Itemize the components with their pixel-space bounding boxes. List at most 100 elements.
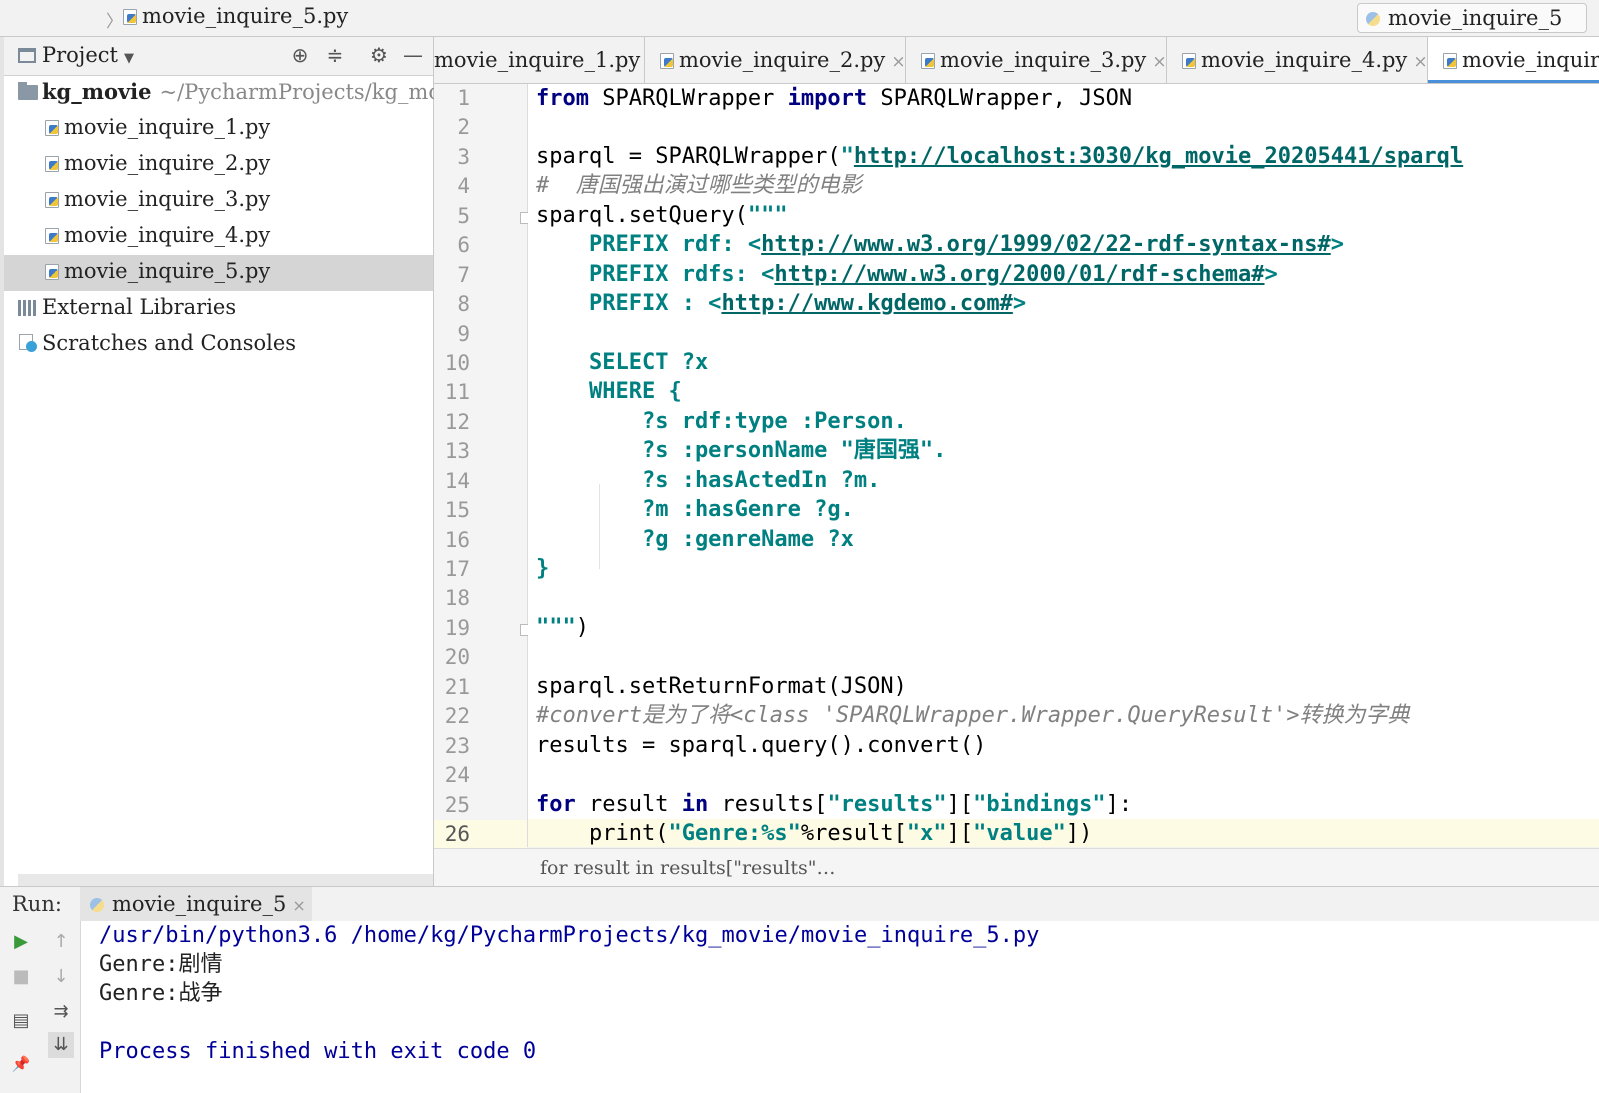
line-number: 2: [457, 115, 470, 139]
gear-icon[interactable]: ⚙: [368, 43, 390, 67]
close-icon[interactable]: ×: [292, 896, 305, 915]
line-number: 13: [444, 439, 470, 463]
code-breadcrumb[interactable]: for result in results["results"…: [540, 857, 835, 879]
editor-tab-bar: movie_inquire_1.py× movie_inquire_2.py× …: [434, 37, 1599, 84]
line-number: 20: [444, 645, 470, 669]
tab-label: movie_inquire_2.py: [679, 48, 886, 72]
python-file-icon: [44, 263, 60, 280]
editor-tab[interactable]: movie_inquire_1.py×: [434, 37, 645, 83]
tree-file-item[interactable]: movie_inquire_2.py: [4, 147, 433, 183]
collapse-all-icon[interactable]: ≑: [324, 43, 346, 67]
editor-tab[interactable]: movie_inquire_4.py ×: [1167, 37, 1428, 83]
line-number: 15: [444, 498, 470, 522]
run-configuration-select[interactable]: movie_inquire_5: [1357, 3, 1587, 33]
locate-icon[interactable]: ⊕: [289, 43, 311, 67]
line-number: 17: [444, 557, 470, 581]
arrow-up-icon[interactable]: ↑: [48, 929, 74, 955]
line-number: 22: [444, 704, 470, 728]
code-line-17: }: [536, 556, 550, 581]
code-line-10: SELECT ?x: [536, 350, 709, 375]
editor-tab[interactable]: movie_inquire_2.py ×: [645, 37, 906, 83]
python-file-icon: [44, 155, 60, 172]
line-number: 21: [444, 675, 470, 699]
code-line-7: PREFIX rdfs: <http://www.w3.org/2000/01/…: [536, 262, 1278, 287]
console-output-line: Genre:战争: [99, 981, 223, 1006]
editor-tab[interactable]: movie_inquire_3.py ×: [906, 37, 1167, 83]
code-editor[interactable]: from SPARQLWrapper import SPARQLWrapper,…: [528, 84, 1599, 847]
run-tab[interactable]: movie_inquire_5 ×: [80, 887, 312, 921]
tab-label: movie_inquire_5.py: [1462, 48, 1599, 72]
project-panel-header: Project ▼ ⊕ ≑ ⚙ —: [4, 37, 433, 76]
code-line-3: sparql = SPARQLWrapper("http://localhost…: [536, 144, 1464, 169]
line-number: 24: [444, 763, 470, 787]
run-configuration-label: movie_inquire_5: [1388, 6, 1563, 30]
project-icon: [18, 48, 36, 63]
line-number: 9: [457, 322, 470, 346]
editor-tab-active[interactable]: movie_inquire_5.py: [1428, 37, 1599, 83]
run-toolbar: ▶ ■ ↑ ↓ ⇉ ▤ ⇊ 📌: [0, 921, 81, 1093]
python-file-icon: [920, 52, 936, 69]
code-line-8: PREFIX : <http://www.kgdemo.com#>: [536, 291, 1027, 316]
line-number: 12: [444, 410, 470, 434]
breadcrumb-file[interactable]: movie_inquire_5.py: [122, 4, 348, 28]
python-file-icon: [122, 8, 138, 25]
horizontal-scrollbar[interactable]: [18, 874, 433, 886]
line-number: 18: [444, 586, 470, 610]
tab-label: movie_inquire_1.py: [434, 48, 641, 72]
project-view-selector[interactable]: Project ▼: [18, 43, 134, 67]
pin-icon[interactable]: 📌: [8, 1051, 34, 1077]
close-icon[interactable]: ×: [891, 52, 905, 72]
arrow-down-icon[interactable]: ↓: [48, 964, 74, 990]
code-link: http://localhost:3030/kg_movie_20205441/…: [853, 144, 1464, 169]
scroll-to-end-icon[interactable]: ⇊: [48, 1032, 74, 1058]
breadcrumb-separator: 〉: [106, 12, 123, 32]
root-folder-path: ~/PycharmProjects/kg_movie: [159, 80, 472, 104]
tree-file-item-selected[interactable]: movie_inquire_5.py: [4, 255, 433, 291]
python-file-icon: [44, 227, 60, 244]
line-number: 14: [444, 469, 470, 493]
line-number: 10: [444, 351, 470, 375]
line-number: 25: [444, 793, 470, 817]
line-number: 7: [457, 263, 470, 287]
stop-icon[interactable]: ■: [8, 964, 34, 990]
code-line-11: WHERE {: [536, 379, 682, 404]
python-icon: [90, 898, 104, 912]
code-link: http://www.w3.org/2000/01/rdf-schema#: [774, 262, 1265, 287]
line-number: 8: [457, 292, 470, 316]
code-line-16: ?g :genreName ?x: [536, 527, 854, 552]
tree-file-label: movie_inquire_3.py: [64, 187, 271, 211]
line-number: 3: [457, 145, 470, 169]
python-file-icon: [44, 191, 60, 208]
tree-file-item[interactable]: movie_inquire_1.py: [4, 111, 433, 147]
run-icon[interactable]: ▶: [8, 929, 34, 955]
python-file-icon: [1442, 52, 1458, 69]
tree-external-libraries[interactable]: External Libraries: [4, 291, 433, 327]
code-link: http://www.w3.org/1999/02/22-rdf-syntax-…: [761, 232, 1331, 257]
soft-wrap-icon[interactable]: ⇉: [48, 999, 74, 1025]
code-line-25: for result in results["results"]["bindin…: [536, 792, 1133, 817]
tree-scratches[interactable]: Scratches and Consoles: [4, 327, 433, 363]
folder-icon: [18, 82, 38, 100]
tree-file-item[interactable]: movie_inquire_4.py: [4, 219, 433, 255]
tree-file-label: movie_inquire_1.py: [64, 115, 271, 139]
tree-file-item[interactable]: movie_inquire_3.py: [4, 183, 433, 219]
line-number: 6: [457, 233, 470, 257]
navigation-bar: kg_movie 〉 movie_inquire_5.py movie_inqu…: [0, 0, 1599, 886]
line-number: 19: [444, 616, 470, 640]
external-libraries-label: External Libraries: [42, 295, 237, 319]
code-line-22: #convert是为了将<class 'SPARQLWrapper.Wrappe…: [536, 703, 1410, 728]
run-console-output[interactable]: /usr/bin/python3.6 /home/kg/PycharmProje…: [81, 921, 1599, 1093]
line-number: 5: [457, 204, 470, 228]
close-icon[interactable]: ×: [1413, 52, 1427, 72]
code-line-15: ?m :hasGenre ?g.: [536, 497, 854, 522]
close-icon[interactable]: ×: [1152, 52, 1166, 72]
python-file-icon: [1181, 52, 1197, 69]
line-number: 11: [444, 380, 470, 404]
hide-panel-icon[interactable]: —: [402, 43, 424, 67]
code-line-1: from SPARQLWrapper import SPARQLWrapper,…: [536, 86, 1133, 111]
code-line-13: ?s :personName "唐国强".: [536, 438, 947, 463]
layout-icon[interactable]: ▤: [8, 1008, 34, 1034]
tree-root-folder[interactable]: kg_movie ~/PycharmProjects/kg_movie: [4, 75, 472, 111]
tab-label: movie_inquire_3.py: [940, 48, 1147, 72]
project-panel: Project ▼ ⊕ ≑ ⚙ — kg_movie ~/PycharmProjec…: [4, 37, 472, 886]
